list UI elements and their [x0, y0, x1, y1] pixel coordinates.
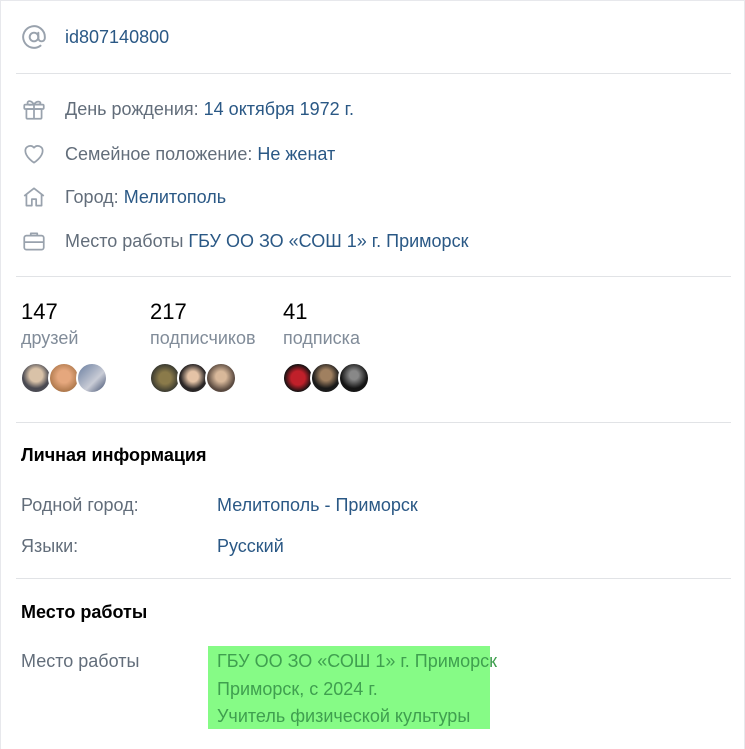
work-label: Место работы: [65, 231, 184, 251]
city-label: Город:: [65, 187, 119, 207]
languages-label: Языки:: [21, 536, 79, 556]
work-value-link[interactable]: ГБУ ОО ЗО «СОШ 1» г. Приморск: [188, 231, 468, 251]
work-row: Место работы ГБУ ОО ЗО «СОШ 1» г. Примор…: [65, 230, 468, 252]
friends-counter[interactable]: 147 друзей: [21, 299, 78, 349]
relation-value-link[interactable]: Не женат: [257, 144, 335, 164]
relation-row: Семейное положение: Не женат: [65, 143, 335, 165]
hometown-label: Родной город:: [21, 495, 139, 515]
relation-label: Семейное положение:: [65, 144, 253, 164]
career-label: Место работы: [21, 651, 140, 671]
followers-label: подписчиков: [150, 328, 256, 348]
friends-label: друзей: [21, 328, 79, 348]
divider: [16, 422, 731, 423]
gift-icon: [21, 96, 47, 122]
subscriptions-count: 41: [283, 299, 308, 324]
briefcase-icon: [21, 228, 47, 254]
avatar[interactable]: [338, 362, 370, 394]
friends-avatars[interactable]: [20, 362, 108, 394]
career-title: Место работы: [21, 602, 148, 622]
subscriptions-counter[interactable]: 41 подписка: [283, 299, 360, 349]
divider: [16, 73, 731, 74]
at-icon: [21, 24, 47, 50]
career-position: Учитель физической культуры: [217, 706, 471, 726]
home-icon: [21, 184, 47, 210]
birthday-label: День рождения:: [65, 99, 199, 119]
languages-value-link[interactable]: Русский: [217, 536, 284, 557]
profile-info-card: id807140800 День рождения: 14 октября 19…: [0, 0, 745, 749]
personal-info-title: Личная информация: [21, 445, 207, 465]
birthday-row: День рождения: 14 октября 1972 г.: [65, 98, 354, 120]
city-value-link[interactable]: Мелитополь: [124, 187, 226, 207]
hometown-value-link[interactable]: Мелитополь - Приморск: [217, 495, 418, 516]
birthday-value-link[interactable]: 14 октября 1972 г.: [204, 99, 354, 119]
friends-count: 147: [21, 299, 58, 324]
followers-avatars[interactable]: [149, 362, 237, 394]
heart-icon: [21, 141, 47, 167]
avatar[interactable]: [205, 362, 237, 394]
followers-count: 217: [150, 299, 187, 324]
top-divider: [1, 0, 744, 1]
city-row: Город: Мелитополь: [65, 186, 226, 208]
subscriptions-avatars[interactable]: [282, 362, 370, 394]
screen-name-link[interactable]: id807140800: [65, 26, 169, 48]
avatar[interactable]: [76, 362, 108, 394]
followers-counter[interactable]: 217 подписчиков: [150, 299, 256, 349]
divider: [16, 578, 731, 579]
divider: [16, 276, 731, 277]
subscriptions-label: подписка: [283, 328, 360, 348]
career-organization-link[interactable]: ГБУ ОО ЗО «СОШ 1» г. Приморск: [217, 651, 497, 672]
career-location-period: Приморск, с 2024 г.: [217, 679, 378, 699]
